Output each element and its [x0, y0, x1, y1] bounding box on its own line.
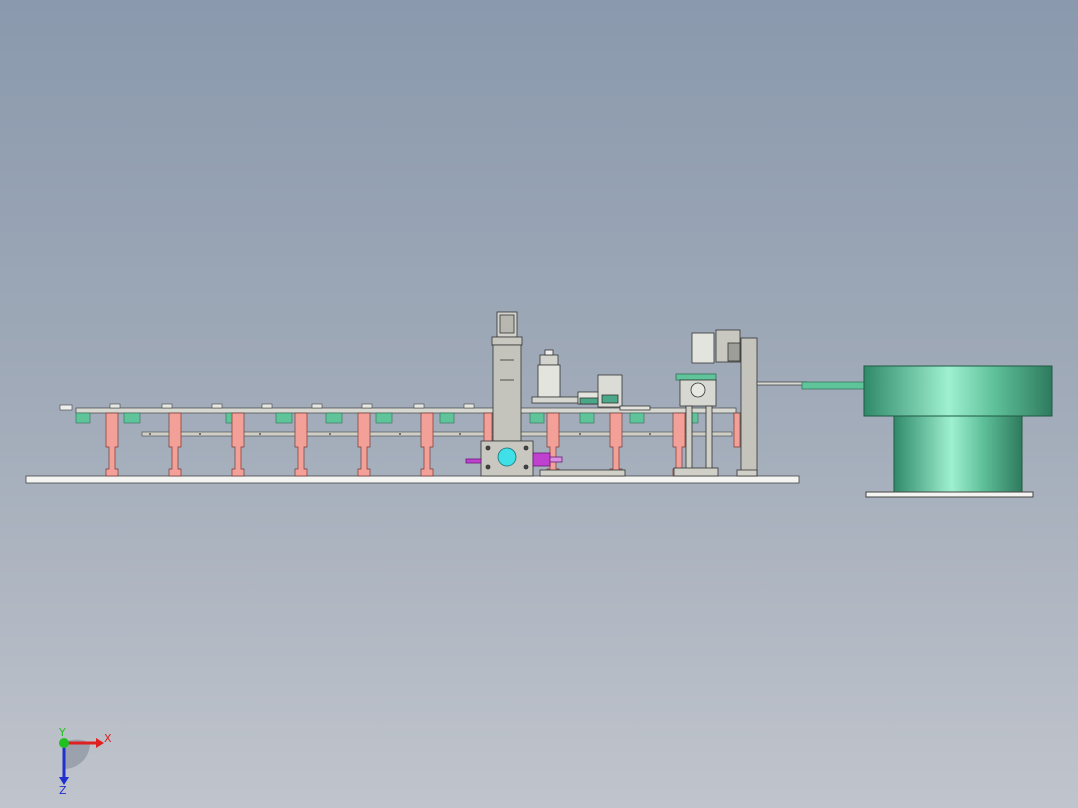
right-station — [673, 329, 758, 477]
y-axis-label: Y — [58, 726, 66, 739]
x-axis-arrowhead — [96, 738, 104, 748]
base-plate — [25, 475, 800, 484]
z-axis-label: Z — [59, 784, 67, 795]
cad-viewport[interactable]: X Y Z — [0, 0, 1078, 808]
rail-clamps — [109, 403, 475, 409]
orientation-triad[interactable]: X Y Z — [40, 725, 130, 797]
y-axis-dot — [59, 738, 69, 748]
x-axis-label: X — [104, 732, 112, 745]
feed-track — [756, 381, 867, 390]
assembly-drawing[interactable] — [0, 0, 1078, 808]
support-legs — [105, 412, 741, 477]
vibratory-bowl-feeder — [863, 365, 1053, 498]
